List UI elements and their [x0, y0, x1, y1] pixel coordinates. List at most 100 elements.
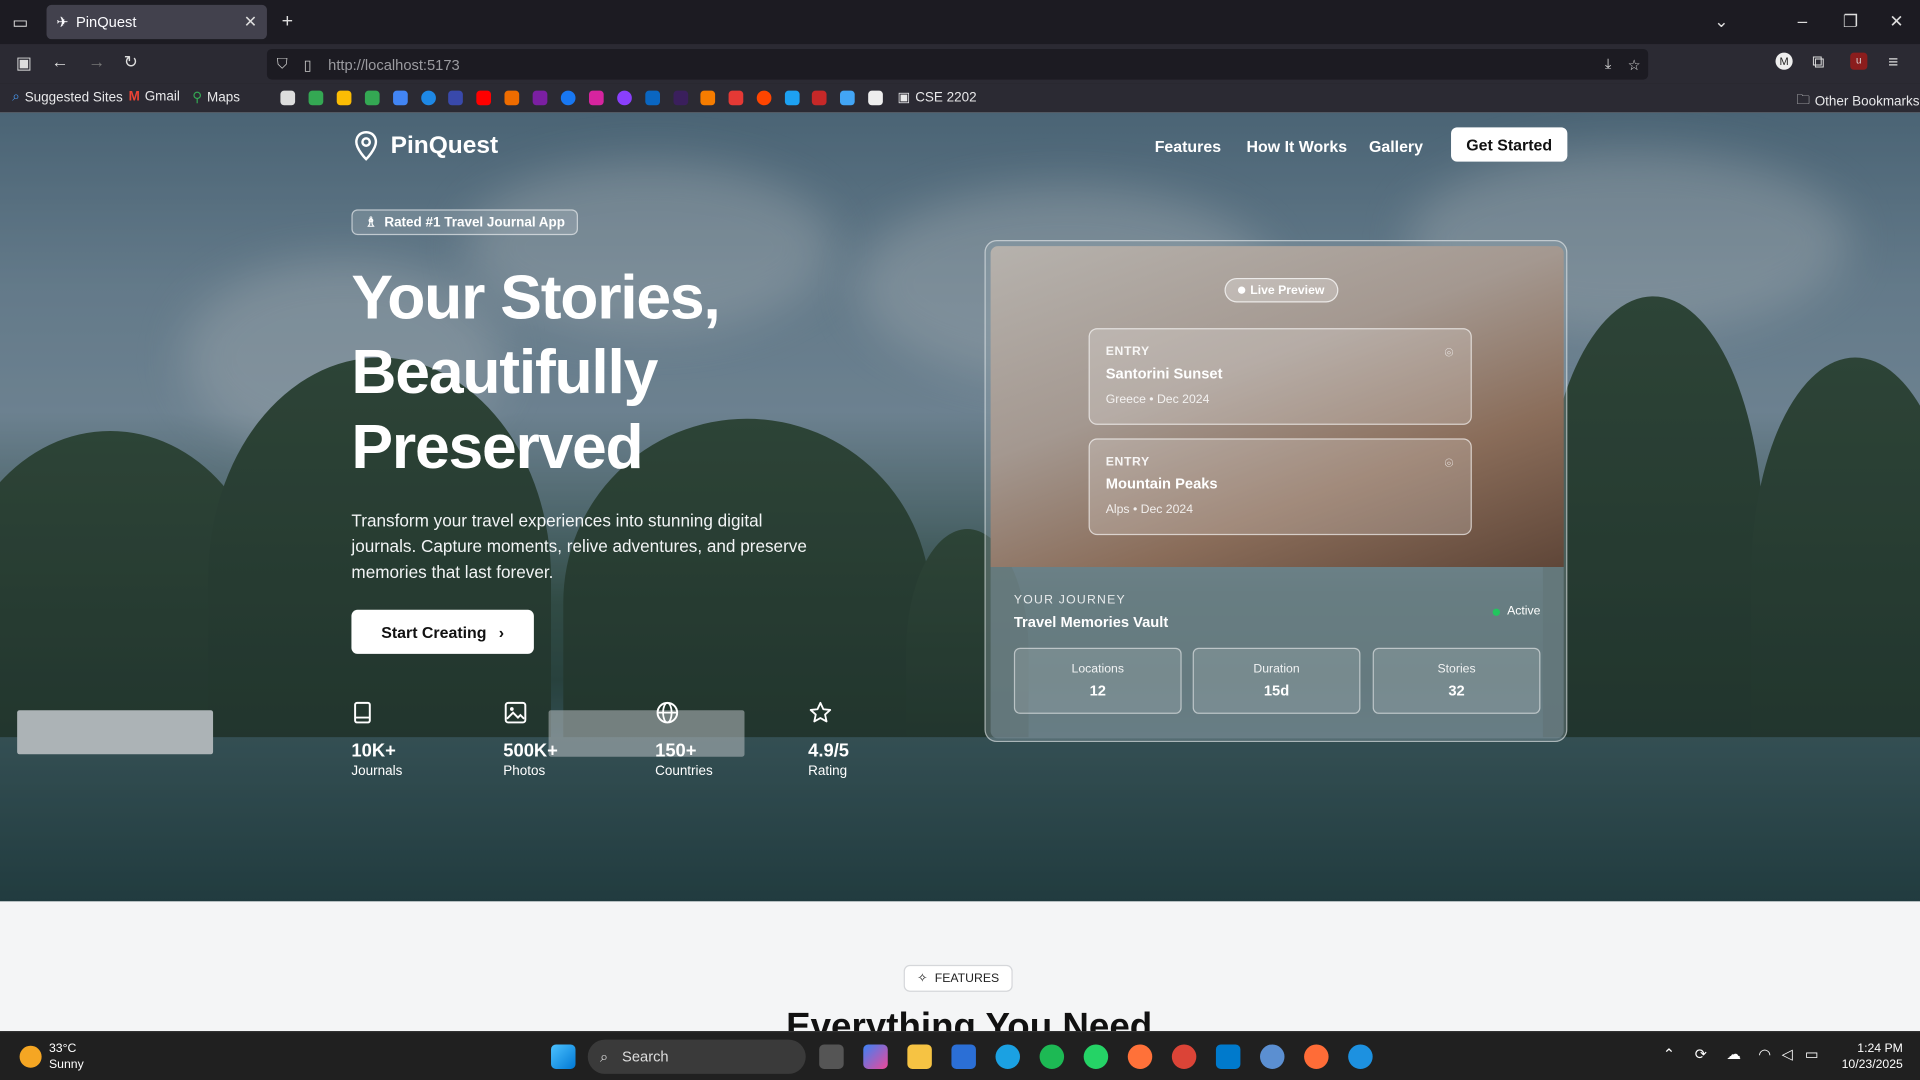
hero-headline: Your Stories, Beautifully Preserved	[351, 260, 720, 484]
vscode-icon[interactable]	[1215, 1044, 1241, 1069]
bookmark-label: Maps	[207, 90, 240, 105]
facebook-icon[interactable]	[560, 90, 576, 106]
twitch-icon[interactable]	[532, 90, 548, 106]
spotify-icon[interactable]	[1039, 1044, 1065, 1069]
bookmark-star-icon[interactable]: ☆	[1628, 56, 1641, 73]
get-started-button[interactable]: Get Started	[1451, 127, 1568, 162]
docker-icon[interactable]	[1348, 1044, 1373, 1069]
os-taskbar: 33°C Sunny ⌕ Search ⌃ ⟳ ☁ ◠ ◁ ▭ 1:24 PM 1…	[0, 1031, 1920, 1080]
reload-icon[interactable]: ↻	[124, 51, 138, 72]
chrome-icon[interactable]	[1171, 1044, 1197, 1069]
twitter-icon[interactable]	[784, 90, 800, 106]
start-creating-button[interactable]: Start Creating ›	[351, 609, 534, 654]
linkedin-icon[interactable]	[645, 90, 661, 106]
close-tab-icon[interactable]: ✕	[244, 12, 257, 32]
stat-rating: 4.9/5 Rating	[808, 700, 850, 779]
chevron-right-icon: ›	[498, 622, 505, 642]
close-window-icon[interactable]: ✕	[1889, 11, 1903, 32]
instagram-icon[interactable]	[588, 90, 604, 106]
volume-icon[interactable]: ◁	[1782, 1046, 1793, 1063]
site-icon[interactable]	[811, 90, 827, 106]
edge-icon[interactable]	[995, 1044, 1021, 1069]
drive-icon[interactable]	[308, 90, 324, 106]
other-bookmarks[interactable]: 🗀 Other Bookmarks	[1796, 89, 1919, 112]
chevron-up-icon[interactable]: ⌃	[1663, 1046, 1675, 1063]
browser-tab[interactable]: ✈ PinQuest ✕	[46, 4, 267, 40]
clock[interactable]: 1:24 PM 10/23/2025	[1842, 1041, 1903, 1073]
minimize-icon[interactable]: –	[1798, 11, 1808, 31]
sidebar-icon[interactable]: ▣	[16, 53, 32, 74]
new-tab-icon[interactable]: +	[282, 11, 293, 33]
entry-card[interactable]: ENTRY Mountain Peaks Alps • Dec 2024 ⌾	[1088, 438, 1472, 536]
weather-widget[interactable]: 33°C Sunny	[19, 1041, 84, 1073]
copilot-icon[interactable]	[863, 1044, 888, 1069]
stat-value: 4.9/5	[808, 740, 850, 762]
postman-icon[interactable]	[1304, 1044, 1329, 1069]
firefox-icon[interactable]	[1127, 1044, 1153, 1069]
account-icon[interactable]: M	[1775, 52, 1793, 70]
stat-photos: 500K+ Photos	[503, 700, 558, 779]
hero-subtitle: Transform your travel experiences into s…	[351, 510, 807, 582]
chatgpt-icon[interactable]	[280, 90, 296, 106]
drive-icon[interactable]	[393, 90, 408, 106]
rating-badge: ♗ Rated #1 Travel Journal App	[351, 209, 579, 236]
back-icon[interactable]: ←	[51, 51, 68, 71]
stat-value: 150+	[655, 740, 697, 762]
wifi-icon[interactable]: ◠	[1758, 1046, 1771, 1063]
youtube-icon[interactable]	[476, 90, 492, 106]
badge-text: Rated #1 Travel Journal App	[384, 214, 565, 230]
page-content: PinQuest Features How It Works Gallery G…	[0, 112, 1920, 1032]
page-icon: ▯	[303, 55, 312, 73]
ublock-icon[interactable]: u	[1850, 52, 1868, 70]
plane-icon: ✈	[56, 13, 69, 31]
battery-icon[interactable]: ▭	[1805, 1046, 1819, 1063]
site-icon[interactable]	[728, 90, 744, 106]
tab-overview-icon[interactable]: ▭	[12, 12, 28, 33]
download-icon[interactable]: ⤓	[1605, 55, 1612, 73]
site-icon[interactable]	[504, 90, 520, 106]
chart-icon[interactable]	[840, 90, 855, 106]
task-view-icon[interactable]	[819, 1044, 844, 1069]
bookmark-gmail[interactable]: M Gmail	[129, 89, 180, 104]
sync-icon[interactable]: ⟳	[1695, 1046, 1707, 1063]
image-icon: ▣	[897, 90, 911, 106]
url-bar[interactable]: ⛉ ▯ http://localhost:5173 ⤓ ☆	[266, 48, 1649, 80]
drive-icon[interactable]	[336, 90, 352, 106]
site-icon[interactable]	[421, 90, 436, 106]
site-icon[interactable]	[700, 90, 716, 106]
journey-panel: YOUR JOURNEY Travel Memories Vault Activ…	[990, 566, 1564, 739]
metric-label: Stories	[1437, 662, 1476, 676]
entry-meta: Greece • Dec 2024	[1105, 393, 1210, 407]
store-icon[interactable]	[951, 1044, 976, 1069]
restore-icon[interactable]: ❐	[1843, 11, 1858, 32]
site-icon[interactable]	[868, 90, 883, 106]
extensions-icon[interactable]: ⧉	[1812, 51, 1824, 72]
site-icon[interactable]	[673, 90, 689, 106]
bookmark-suggested[interactable]: ⌕ Suggested Sites	[12, 89, 123, 105]
chevron-down-icon[interactable]: ⌄	[1714, 11, 1728, 32]
file-explorer-icon[interactable]	[907, 1044, 932, 1069]
bookmark-cse[interactable]: ▣ CSE 2202	[898, 89, 977, 105]
windows-start-icon[interactable]	[551, 1044, 576, 1069]
sun-icon	[19, 1045, 42, 1068]
reddit-icon[interactable]	[756, 90, 772, 106]
whatsapp-icon[interactable]	[1083, 1044, 1109, 1069]
preview-image: Live Preview ENTRY Santorini Sunset Gree…	[990, 246, 1564, 567]
qbittorrent-icon[interactable]	[1260, 1044, 1285, 1069]
nav-how-it-works[interactable]: How It Works	[1247, 137, 1348, 155]
nav-gallery[interactable]: Gallery	[1369, 137, 1423, 155]
brand-logo[interactable]: PinQuest	[351, 130, 498, 162]
drive-icon[interactable]	[364, 90, 380, 106]
menu-icon[interactable]: ≡	[1888, 51, 1898, 71]
site-icon[interactable]	[448, 90, 463, 106]
taskbar-search[interactable]: ⌕ Search	[587, 1039, 806, 1074]
forward-icon[interactable]: →	[88, 51, 105, 71]
entry-card[interactable]: ENTRY Santorini Sunset Greece • Dec 2024…	[1088, 328, 1472, 425]
features-heading: Everything You Need	[786, 1006, 1153, 1032]
nav-features[interactable]: Features	[1155, 137, 1221, 155]
cloud-icon[interactable]: ☁	[1727, 1046, 1742, 1063]
metric-value: 15d	[1263, 682, 1290, 700]
browser-nav-bar: ▣ ← → ↻ ⛉ ▯ http://localhost:5173 ⤓ ☆ M …	[0, 44, 1920, 84]
bookmark-maps[interactable]: ⚲ Maps	[192, 89, 240, 105]
messenger-icon[interactable]	[617, 90, 632, 106]
